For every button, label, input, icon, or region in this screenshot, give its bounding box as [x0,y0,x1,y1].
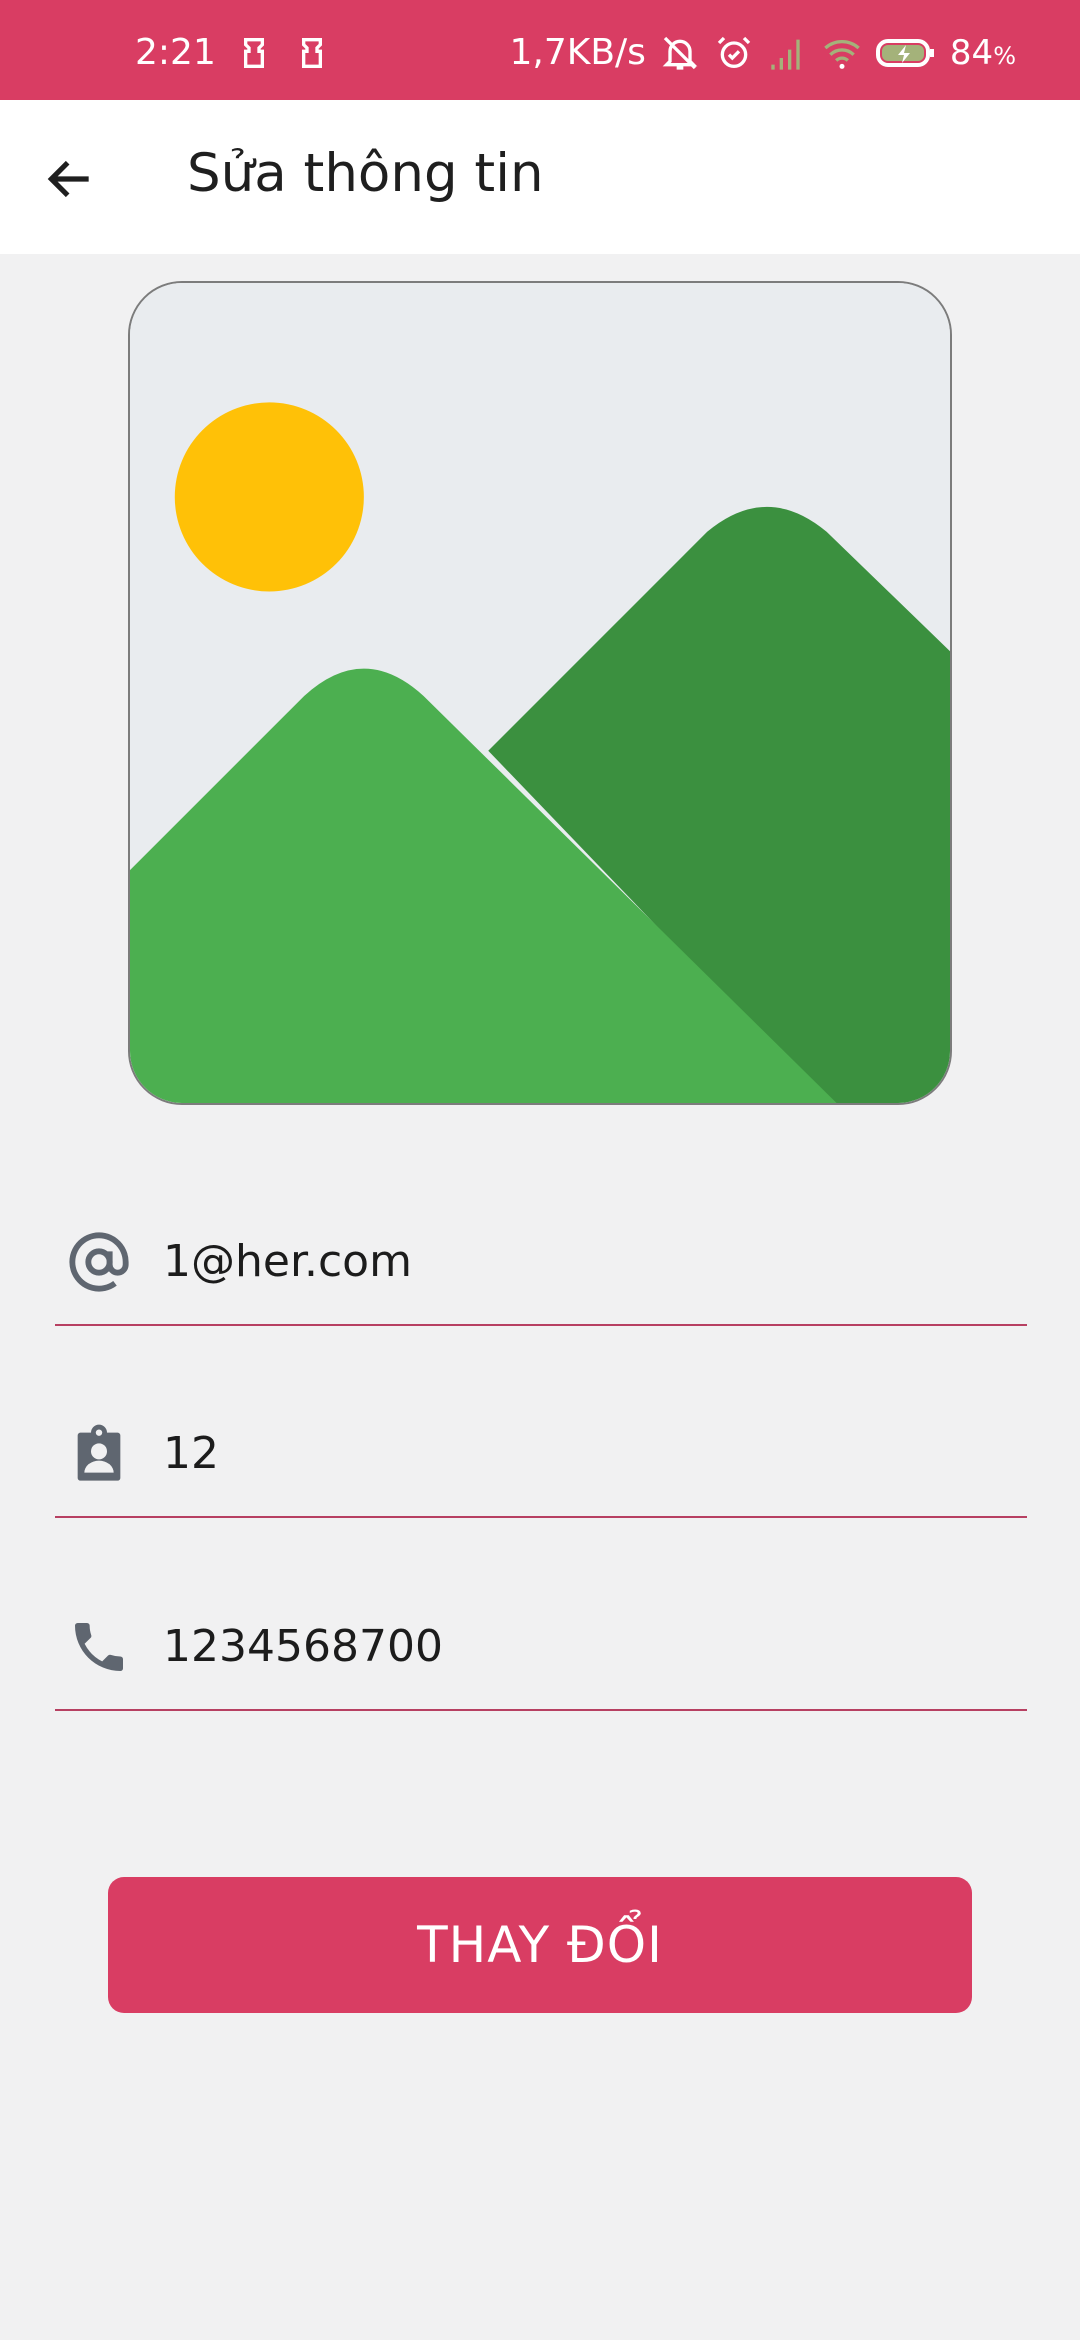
phone-field [55,1571,1027,1711]
app-bar: Sửa thông tin [0,100,1080,254]
avatar-image[interactable] [128,281,952,1105]
image-placeholder-icon [130,283,950,1103]
save-button[interactable]: THAY ĐỔI [108,1877,972,2013]
bell-off-icon [660,33,700,73]
status-bar: 2:21 1,7KB/s 84% [0,0,1080,100]
id-field [55,1378,1027,1518]
battery-charging-icon [875,33,936,73]
battery-percentage: 84% [950,33,1016,73]
email-field [55,1186,1027,1326]
sim-icon [292,33,332,73]
back-button[interactable] [28,137,112,221]
badge-icon [63,1418,135,1490]
id-input[interactable] [163,1408,1003,1498]
page-title: Sửa thông tin [187,143,544,204]
phone-icon [63,1611,135,1683]
arrow-left-icon [47,160,89,198]
network-speed: 1,7KB/s [509,32,646,73]
status-bar-right: 1,7KB/s 84% [509,32,1016,73]
email-input[interactable] [163,1216,1003,1306]
battery-value: 84 [949,32,994,73]
alarm-icon [714,33,754,73]
phone-input[interactable] [163,1601,1003,1691]
sim-icon [234,33,274,73]
status-bar-left: 2:21 [135,32,332,73]
wifi-icon [822,33,862,73]
status-time: 2:21 [135,32,216,73]
signal-icon [768,33,808,73]
battery-unit: % [993,41,1016,70]
at-sign-icon [63,1226,135,1298]
